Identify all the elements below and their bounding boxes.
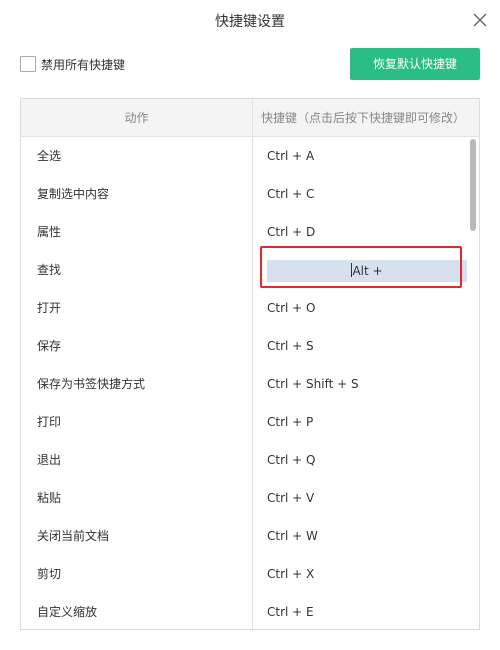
restore-default-shortcuts-button[interactable]: 恢复默认快捷键 xyxy=(350,48,480,80)
table-row[interactable]: 复制选中内容 Ctrl + C xyxy=(21,175,479,213)
table-row[interactable]: 保存 Ctrl + S xyxy=(21,327,479,365)
header-action: 动作 xyxy=(124,111,149,125)
action-cell: 复制选中内容 xyxy=(37,187,110,201)
table-row[interactable]: 自定义缩放 Ctrl + E xyxy=(21,593,479,629)
table-row[interactable]: 保存为书签快捷方式 Ctrl + Shift + S xyxy=(21,365,479,403)
shortcut-cell[interactable]: Ctrl + Shift + S xyxy=(267,365,359,403)
shortcut-cell[interactable]: Ctrl + A xyxy=(267,137,314,175)
table-row-editing[interactable]: 查找 Alt + xyxy=(21,251,479,289)
action-cell: 属性 xyxy=(37,225,62,239)
shortcut-cell[interactable]: Ctrl + D xyxy=(267,213,315,251)
action-cell: 打开 xyxy=(37,301,62,315)
shortcut-cell[interactable]: Ctrl + W xyxy=(267,517,318,555)
disable-all-shortcuts-toggle[interactable]: 禁用所有快捷键 xyxy=(20,55,125,73)
table-row[interactable]: 关闭当前文档 Ctrl + W xyxy=(21,517,479,555)
action-cell: 退出 xyxy=(37,453,62,467)
table-row[interactable]: 剪切 Ctrl + X xyxy=(21,555,479,593)
shortcut-cell[interactable]: Ctrl + P xyxy=(267,403,313,441)
dialog-title: 快捷键设置 xyxy=(215,14,285,30)
action-cell: 打印 xyxy=(37,415,62,429)
shortcut-cell[interactable]: Ctrl + E xyxy=(267,593,314,629)
vertical-scrollbar[interactable] xyxy=(469,137,479,629)
scrollbar-thumb[interactable] xyxy=(470,139,476,231)
table-row[interactable]: 属性 Ctrl + D xyxy=(21,213,479,251)
action-cell: 剪切 xyxy=(37,567,62,581)
disable-all-label: 禁用所有快捷键 xyxy=(41,57,126,72)
action-cell: 保存为书签快捷方式 xyxy=(37,377,146,391)
table-row[interactable]: 打开 Ctrl + O xyxy=(21,289,479,327)
table-row[interactable]: 粘贴 Ctrl + V xyxy=(21,479,479,517)
shortcut-table: 动作 快捷键（点击后按下快捷键即可修改） 全选 Ctrl + A 复制选中内容 … xyxy=(20,98,480,630)
table-body: 全选 Ctrl + A 复制选中内容 Ctrl + C 属性 Ctrl + D … xyxy=(21,137,479,629)
action-cell: 全选 xyxy=(37,149,62,163)
shortcut-cell[interactable]: Ctrl + O xyxy=(267,289,315,327)
table-header: 动作 快捷键（点击后按下快捷键即可修改） xyxy=(21,99,479,137)
shortcut-cell[interactable]: Ctrl + S xyxy=(267,327,314,365)
title-bar: 快捷键设置 xyxy=(0,0,500,40)
header-shortcut: 快捷键（点击后按下快捷键即可修改） xyxy=(261,111,466,125)
table-row[interactable]: 全选 Ctrl + A xyxy=(21,137,479,175)
action-cell: 查找 xyxy=(37,263,62,277)
shortcut-cell[interactable]: Ctrl + C xyxy=(267,175,314,213)
action-cell: 粘贴 xyxy=(37,491,62,505)
shortcut-cell[interactable]: Ctrl + X xyxy=(267,555,314,593)
shortcut-edit-value: Alt + xyxy=(352,264,383,278)
shortcut-edit-field[interactable]: Alt + xyxy=(267,260,467,282)
action-cell: 自定义缩放 xyxy=(37,605,98,619)
shortcut-cell[interactable]: Ctrl + V xyxy=(267,479,314,517)
table-row[interactable]: 退出 Ctrl + Q xyxy=(21,441,479,479)
disable-all-checkbox[interactable] xyxy=(20,56,36,72)
shortcut-cell[interactable]: Ctrl + Q xyxy=(267,441,315,479)
close-icon xyxy=(473,13,487,27)
table-row[interactable]: 打印 Ctrl + P xyxy=(21,403,479,441)
close-button[interactable] xyxy=(470,10,490,30)
action-cell: 关闭当前文档 xyxy=(37,529,110,543)
action-cell: 保存 xyxy=(37,339,62,353)
